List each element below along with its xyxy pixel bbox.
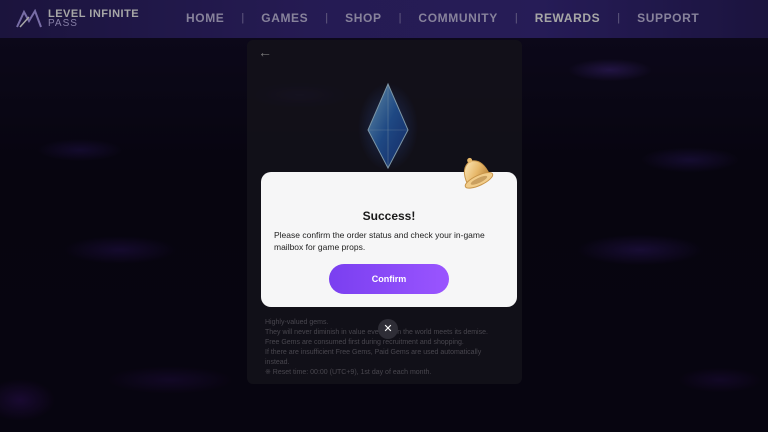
nav-item-rewards[interactable]: REWARDS bbox=[535, 11, 601, 25]
description-line: If there are insufficient Free Gems, Pai… bbox=[265, 349, 482, 356]
nav-separator: | bbox=[241, 12, 245, 24]
brand-logo[interactable]: LEVEL INFINITE PASS bbox=[16, 7, 139, 31]
nav-item-community[interactable]: COMMUNITY bbox=[418, 11, 497, 25]
nav-item-support[interactable]: SUPPORT bbox=[637, 11, 699, 25]
description-line: ※ Reset time: 00:00 (UTC+9), 1st day of … bbox=[265, 369, 432, 376]
nav-separator: | bbox=[398, 12, 402, 24]
nav-separator: | bbox=[617, 12, 621, 24]
description-line: instead. bbox=[265, 359, 290, 366]
nav-menu: HOME | GAMES | SHOP | COMMUNITY | REWARD… bbox=[186, 11, 699, 25]
description-line: Free Gems are consumed first during recr… bbox=[265, 339, 464, 346]
nav-separator: | bbox=[514, 12, 518, 24]
gem-icon bbox=[358, 82, 418, 171]
nav-item-games[interactable]: GAMES bbox=[261, 11, 308, 25]
dialog-message: Please confirm the order status and chec… bbox=[274, 230, 485, 252]
logo-icon bbox=[16, 9, 42, 28]
nav-item-shop[interactable]: SHOP bbox=[345, 11, 381, 25]
arrow-left-icon[interactable]: ← bbox=[258, 44, 272, 60]
nav-separator: | bbox=[325, 12, 329, 24]
dialog-title: Success! bbox=[362, 209, 416, 223]
bell-icon bbox=[463, 157, 494, 189]
logo-text-secondary: PASS bbox=[48, 18, 78, 29]
nav-item-home[interactable]: HOME bbox=[186, 11, 224, 25]
close-icon[interactable]: ✕ bbox=[378, 319, 398, 339]
confirm-button[interactable]: Confirm bbox=[329, 264, 449, 294]
top-navigation: LEVEL INFINITE PASS HOME | GAMES | SHOP … bbox=[0, 0, 768, 38]
